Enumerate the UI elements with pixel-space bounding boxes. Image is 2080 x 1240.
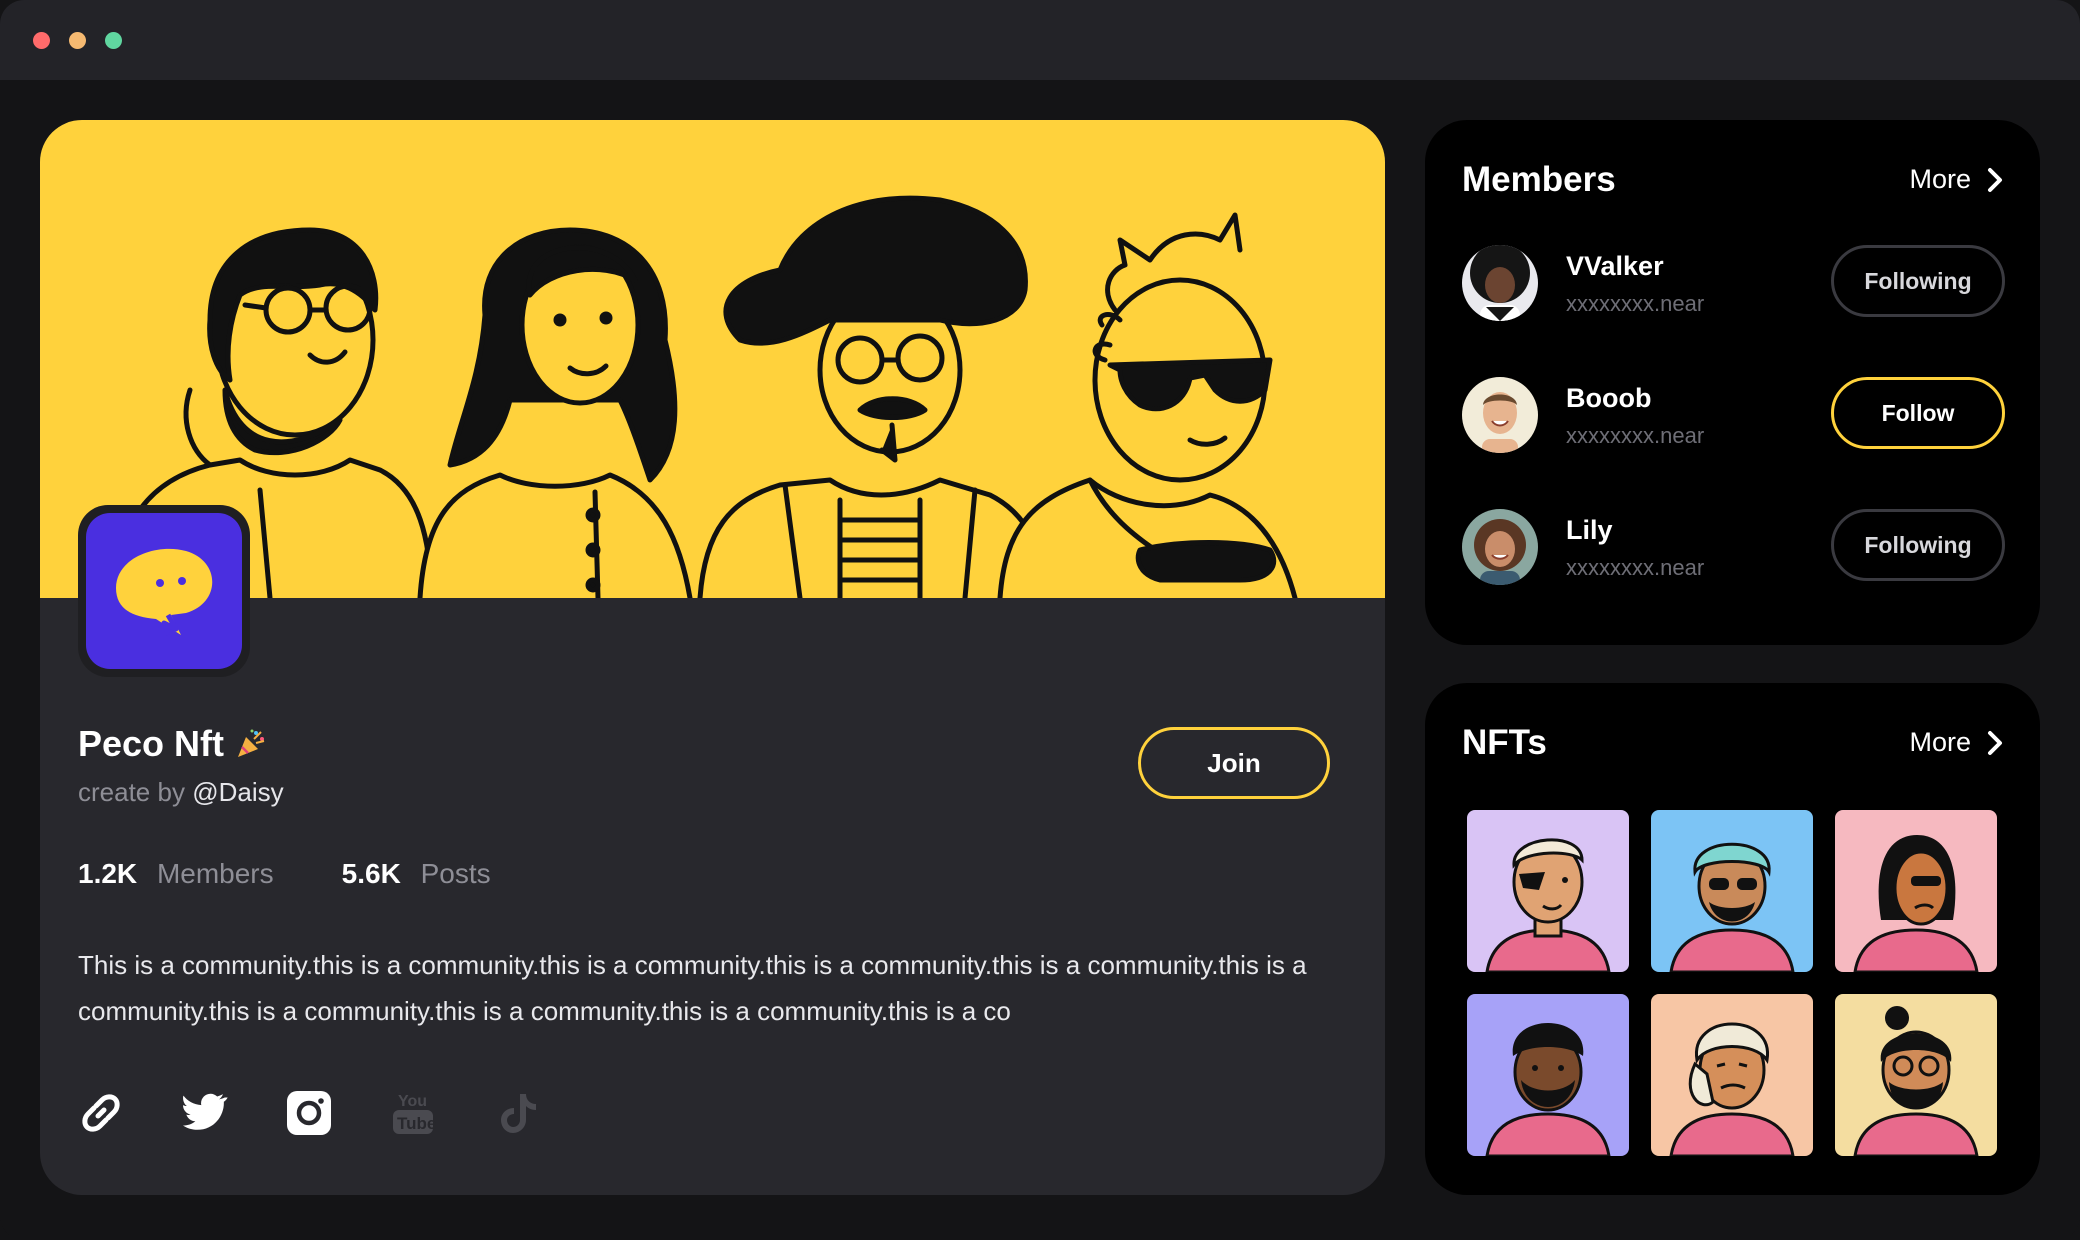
posts-stat: 5.6K Posts — [342, 858, 491, 890]
community-name: Peco Nft — [78, 723, 225, 764]
nfts-title: NFTs — [1462, 723, 1547, 762]
nft-card[interactable] — [1835, 810, 1997, 972]
posts-label: Posts — [420, 858, 491, 889]
nft-card[interactable] — [1835, 994, 1997, 1156]
app-window: Peco Nft create by @Daisy Join 1.2K Memb… — [0, 0, 2080, 1240]
nft-grid — [1467, 810, 1997, 1156]
posts-count: 5.6K — [341, 858, 401, 889]
nft-card[interactable] — [1651, 810, 1813, 972]
social-links: You Tube — [78, 1090, 540, 1136]
member-row: Booob xxxxxxxx.near Follow — [1462, 377, 2005, 457]
nfts-panel: NFTs More — [1425, 683, 2040, 1195]
member-address: xxxxxxxx.near — [1566, 291, 1705, 316]
nft-card[interactable] — [1651, 994, 1813, 1156]
avatar[interactable] — [1462, 509, 1538, 585]
creator-prefix: create by — [78, 777, 185, 807]
community-description: This is a community.this is a community.… — [78, 950, 1307, 1026]
speech-bubble-icon — [116, 548, 213, 636]
nft-card[interactable] — [1467, 994, 1629, 1156]
join-button[interactable]: Join — [1138, 727, 1330, 799]
nfts-more-label: More — [1909, 727, 1971, 757]
member-address: xxxxxxxx.near — [1566, 555, 1705, 580]
svg-text:You: You — [398, 1093, 427, 1110]
member-row: VValker xxxxxxxx.near Following — [1462, 245, 2005, 325]
community-stats: 1.2K Members 5.6K Posts — [78, 858, 491, 890]
link-icon[interactable] — [78, 1090, 124, 1136]
youtube-icon[interactable]: You Tube — [390, 1090, 436, 1136]
members-panel: Members More VValker xxxxxxxx.near Follo… — [1425, 120, 2040, 645]
svg-text:Tube: Tube — [397, 1114, 436, 1133]
close-window-button[interactable] — [33, 32, 50, 49]
members-label: Members — [156, 858, 274, 889]
chevron-right-icon — [1988, 167, 2002, 192]
community-card: Peco Nft create by @Daisy Join 1.2K Memb… — [40, 120, 1385, 1195]
tiktok-icon[interactable] — [494, 1090, 540, 1136]
creator-line: create by @Daisy — [78, 777, 284, 808]
nft-card[interactable] — [1467, 810, 1629, 972]
title-bar — [0, 0, 2080, 80]
following-button[interactable]: Following — [1831, 245, 2005, 317]
follow-button[interactable]: Follow — [1831, 377, 2005, 449]
chevron-right-icon — [1988, 730, 2002, 755]
members-count: 1.2K — [78, 858, 138, 889]
minimize-window-button[interactable] — [69, 32, 86, 49]
creator-handle-link[interactable]: @Daisy — [192, 777, 283, 807]
avatar[interactable] — [1462, 377, 1538, 453]
members-more-label: More — [1909, 164, 1971, 194]
member-name[interactable]: VValker — [1566, 251, 1664, 282]
avatar[interactable] — [1462, 245, 1538, 321]
member-row: Lily xxxxxxxx.near Following — [1462, 509, 2005, 589]
maximize-window-button[interactable] — [105, 32, 122, 49]
nfts-more-link[interactable]: More — [1909, 727, 2003, 758]
members-stat: 1.2K Members — [78, 858, 274, 890]
member-address: xxxxxxxx.near — [1566, 423, 1705, 448]
members-more-link[interactable]: More — [1909, 164, 2003, 195]
party-popper-icon — [238, 729, 265, 757]
member-name[interactable]: Lily — [1566, 515, 1613, 546]
members-title: Members — [1462, 160, 1616, 199]
instagram-icon[interactable] — [286, 1090, 332, 1136]
member-name[interactable]: Booob — [1566, 383, 1651, 414]
following-button[interactable]: Following — [1831, 509, 2005, 581]
community-name-row: Peco Nft — [78, 723, 268, 765]
community-logo — [78, 505, 250, 677]
twitter-icon[interactable] — [182, 1090, 228, 1136]
